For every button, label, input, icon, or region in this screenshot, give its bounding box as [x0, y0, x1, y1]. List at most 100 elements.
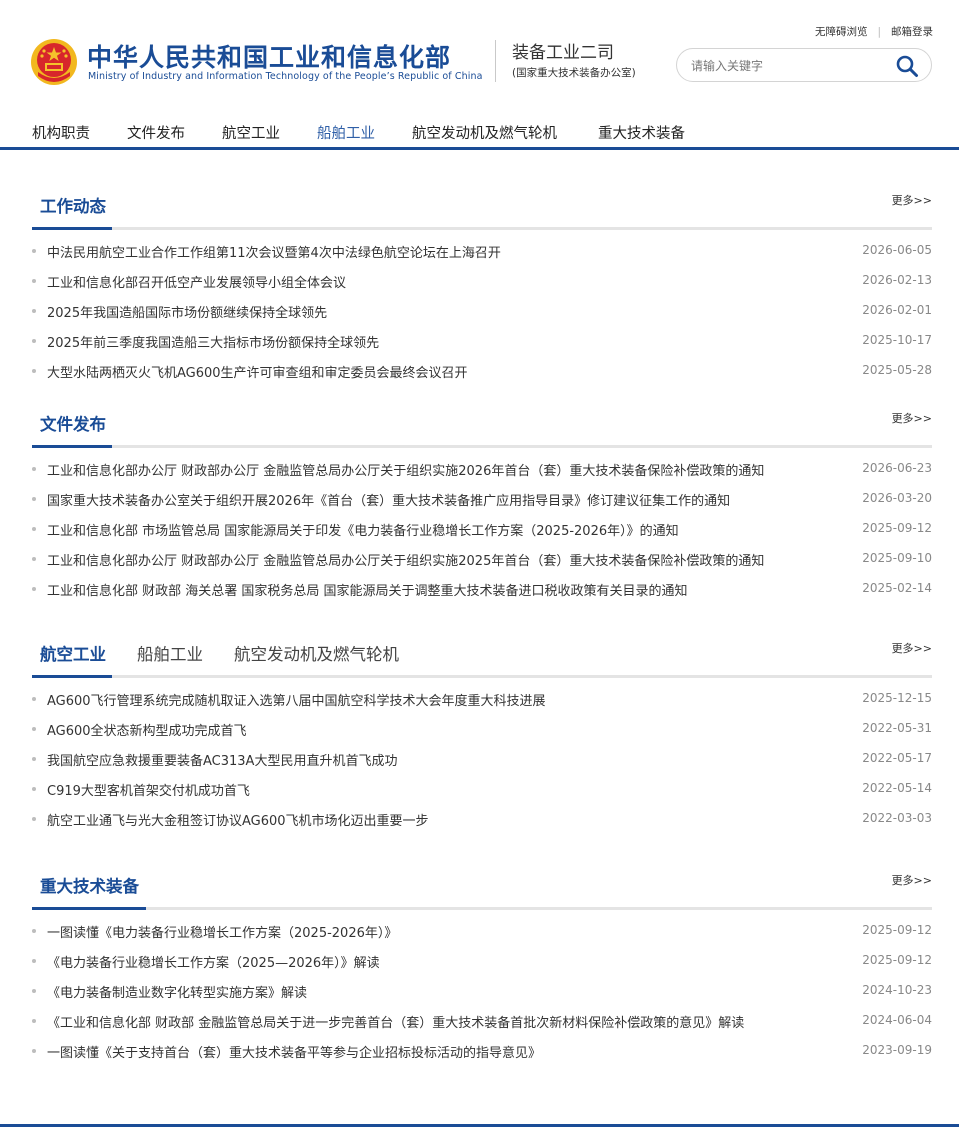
- list-item[interactable]: AG600飞行管理系统完成随机取证入选第八届中国航空科学技术大会年度重大科技进展…: [32, 684, 932, 714]
- item-title[interactable]: 《工业和信息化部 财政部 金融监管总局关于进一步完善首台（套）重大技术装备首批次…: [47, 1012, 744, 1031]
- item-date: 2024-10-23: [862, 983, 932, 997]
- national-emblem-icon[interactable]: [30, 38, 78, 86]
- section-header: 工作动态 更多>>: [32, 178, 932, 230]
- nav-item-responsibilities[interactable]: 机构职责: [32, 122, 90, 143]
- nav-item-aviation[interactable]: 航空工业: [222, 122, 280, 143]
- item-date: 2025-12-15: [862, 691, 932, 705]
- top-links-separator: |: [877, 26, 881, 38]
- item-title[interactable]: AG600全状态新构型成功完成首飞: [47, 720, 247, 739]
- list-item[interactable]: 一图读懂《电力装备行业稳增长工作方案（2025-2026年）》 2025-09-1…: [32, 916, 932, 946]
- bullet-icon: [32, 757, 36, 761]
- accessibility-link[interactable]: 无障碍浏览: [815, 24, 868, 39]
- search-input[interactable]: [691, 57, 881, 75]
- bullet-icon: [32, 309, 36, 313]
- item-date: 2026-02-01: [862, 303, 932, 317]
- bullet-icon: [32, 279, 36, 283]
- list-item[interactable]: 我国航空应急救援重要装备AC313A大型民用直升机首飞成功 2022-05-17: [32, 744, 932, 774]
- bullet-icon: [32, 989, 36, 993]
- item-title[interactable]: 国家重大技术装备办公室关于组织开展2026年《首台（套）重大技术装备推广应用指导…: [47, 490, 730, 509]
- list-item[interactable]: 国家重大技术装备办公室关于组织开展2026年《首台（套）重大技术装备推广应用指导…: [32, 484, 932, 514]
- item-date: 2025-09-10: [862, 551, 932, 565]
- list-item[interactable]: 工业和信息化部 财政部 海关总署 国家税务总局 国家能源局关于调整重大技术装备进…: [32, 574, 932, 604]
- item-title[interactable]: 中法民用航空工业合作工作组第11次会议暨第4次中法绿色航空论坛在上海召开: [47, 242, 501, 261]
- section-divider: [32, 675, 932, 678]
- list-item[interactable]: 工业和信息化部办公厅 财政部办公厅 金融监管总局办公厅关于组织实施2026年首台…: [32, 454, 932, 484]
- tab-aviation[interactable]: 航空工业: [40, 641, 106, 665]
- item-date: 2024-06-04: [862, 1013, 932, 1027]
- department-subtitle: (国家重大技术装备办公室): [512, 67, 636, 79]
- list-item[interactable]: 一图读懂《关于支持首台（套）重大技术装备平等参与企业招标投标活动的指导意见》 20…: [32, 1036, 932, 1066]
- item-date: 2022-03-03: [862, 811, 932, 825]
- list-item[interactable]: 工业和信息化部办公厅 财政部办公厅 金融监管总局办公厅关于组织实施2025年首台…: [32, 544, 932, 574]
- item-date: 2022-05-31: [862, 721, 932, 735]
- item-title[interactable]: 工业和信息化部办公厅 财政部办公厅 金融监管总局办公厅关于组织实施2026年首台…: [47, 460, 764, 479]
- document-list: 工业和信息化部办公厅 财政部办公厅 金融监管总局办公厅关于组织实施2026年首台…: [32, 454, 932, 604]
- section-title[interactable]: 文件发布: [40, 411, 106, 435]
- more-link[interactable]: 更多>>: [892, 872, 932, 888]
- list-item[interactable]: 工业和信息化部 市场监管总局 国家能源局关于印发《电力装备行业稳增长工作方案（2…: [32, 514, 932, 544]
- section-divider: [32, 227, 932, 230]
- more-link[interactable]: 更多>>: [892, 192, 932, 208]
- top-links: 无障碍浏览 | 邮箱登录: [815, 24, 933, 39]
- section-title[interactable]: 工作动态: [40, 193, 106, 217]
- item-title[interactable]: AG600飞行管理系统完成随机取证入选第八届中国航空科学技术大会年度重大科技进展: [47, 690, 546, 709]
- item-date: 2025-10-17: [862, 333, 932, 347]
- industry-list: AG600飞行管理系统完成随机取证入选第八届中国航空科学技术大会年度重大科技进展…: [32, 684, 932, 834]
- item-title[interactable]: 工业和信息化部 市场监管总局 国家能源局关于印发《电力装备行业稳增长工作方案（2…: [47, 520, 679, 539]
- tab-shipbuilding[interactable]: 船舶工业: [137, 641, 203, 665]
- tab-aero-engines[interactable]: 航空发动机及燃气轮机: [234, 641, 399, 665]
- ministry-name-en[interactable]: Ministry of Industry and Information Tec…: [88, 71, 483, 82]
- list-item[interactable]: 《工业和信息化部 财政部 金融监管总局关于进一步完善首台（套）重大技术装备首批次…: [32, 1006, 932, 1036]
- search-icon[interactable]: [895, 54, 919, 78]
- item-date: 2026-03-20: [862, 491, 932, 505]
- item-date: 2025-09-12: [862, 953, 932, 967]
- header-divider: [495, 40, 496, 82]
- item-title[interactable]: 我国航空应急救援重要装备AC313A大型民用直升机首飞成功: [47, 750, 397, 769]
- item-title[interactable]: 工业和信息化部召开低空产业发展领导小组全体会议: [47, 272, 346, 291]
- mail-login-link[interactable]: 邮箱登录: [891, 24, 933, 39]
- item-date: 2026-06-23: [862, 461, 932, 475]
- bullet-icon: [32, 369, 36, 373]
- news-list: 中法民用航空工业合作工作组第11次会议暨第4次中法绿色航空论坛在上海召开 2026…: [32, 236, 932, 386]
- list-item[interactable]: 《电力装备制造业数字化转型实施方案》解读 2024-10-23: [32, 976, 932, 1006]
- section-header: 航空工业 船舶工业 航空发动机及燃气轮机 更多>>: [32, 626, 932, 678]
- item-date: 2022-05-17: [862, 751, 932, 765]
- nav-item-aero-engines[interactable]: 航空发动机及燃气轮机: [412, 122, 557, 143]
- nav-item-shipbuilding[interactable]: 船舶工业: [317, 122, 375, 143]
- item-title[interactable]: 工业和信息化部办公厅 财政部办公厅 金融监管总局办公厅关于组织实施2025年首台…: [47, 550, 764, 569]
- nav-item-documents[interactable]: 文件发布: [127, 122, 185, 143]
- search-box: [676, 48, 932, 82]
- list-item[interactable]: 大型水陆两栖灭火飞机AG600生产许可审查组和审定委员会最终会议召开 2025-0…: [32, 356, 932, 386]
- item-title[interactable]: 一图读懂《电力装备行业稳增长工作方案（2025-2026年）》: [47, 922, 397, 941]
- item-title[interactable]: 航空工业通飞与光大金租签订协议AG600飞机市场化迈出重要一步: [47, 810, 429, 829]
- item-title[interactable]: 一图读懂《关于支持首台（套）重大技术装备平等参与企业招标投标活动的指导意见》: [47, 1042, 541, 1061]
- list-item[interactable]: 航空工业通飞与光大金租签订协议AG600飞机市场化迈出重要一步 2022-03-0…: [32, 804, 932, 834]
- footer-divider: [0, 1124, 959, 1127]
- section-header: 文件发布 更多>>: [32, 396, 932, 448]
- list-item[interactable]: 2025年前三季度我国造船三大指标市场份额保持全球领先 2025-10-17: [32, 326, 932, 356]
- ministry-name-cn[interactable]: 中华人民共和国工业和信息化部: [87, 38, 451, 74]
- item-title[interactable]: 2025年前三季度我国造船三大指标市场份额保持全球领先: [47, 332, 379, 351]
- list-item[interactable]: 工业和信息化部召开低空产业发展领导小组全体会议 2026-02-13: [32, 266, 932, 296]
- item-title[interactable]: 《电力装备行业稳增长工作方案（2025—2026年）》解读: [47, 952, 380, 971]
- item-title[interactable]: 工业和信息化部 财政部 海关总署 国家税务总局 国家能源局关于调整重大技术装备进…: [47, 580, 688, 599]
- item-title[interactable]: 大型水陆两栖灭火飞机AG600生产许可审查组和审定委员会最终会议召开: [47, 362, 468, 381]
- section-title[interactable]: 重大技术装备: [40, 873, 139, 897]
- list-item[interactable]: 《电力装备行业稳增长工作方案（2025—2026年）》解读 2025-09-12: [32, 946, 932, 976]
- item-title[interactable]: C919大型客机首架交付机成功首飞: [47, 780, 250, 799]
- item-title[interactable]: 2025年我国造船国际市场份额继续保持全球领先: [47, 302, 327, 321]
- bullet-icon: [32, 727, 36, 731]
- more-link[interactable]: 更多>>: [892, 640, 932, 656]
- bullet-icon: [32, 467, 36, 471]
- section-header: 重大技术装备 更多>>: [32, 858, 932, 910]
- list-item[interactable]: AG600全状态新构型成功完成首飞 2022-05-31: [32, 714, 932, 744]
- item-title[interactable]: 《电力装备制造业数字化转型实施方案》解读: [47, 982, 307, 1001]
- bullet-icon: [32, 1049, 36, 1053]
- section-title-underline: [32, 445, 112, 448]
- list-item[interactable]: C919大型客机首架交付机成功首飞 2022-05-14: [32, 774, 932, 804]
- item-date: 2022-05-14: [862, 781, 932, 795]
- more-link[interactable]: 更多>>: [892, 410, 932, 426]
- nav-item-major-equipment[interactable]: 重大技术装备: [598, 122, 685, 143]
- list-item[interactable]: 2025年我国造船国际市场份额继续保持全球领先 2026-02-01: [32, 296, 932, 326]
- list-item[interactable]: 中法民用航空工业合作工作组第11次会议暨第4次中法绿色航空论坛在上海召开 2026…: [32, 236, 932, 266]
